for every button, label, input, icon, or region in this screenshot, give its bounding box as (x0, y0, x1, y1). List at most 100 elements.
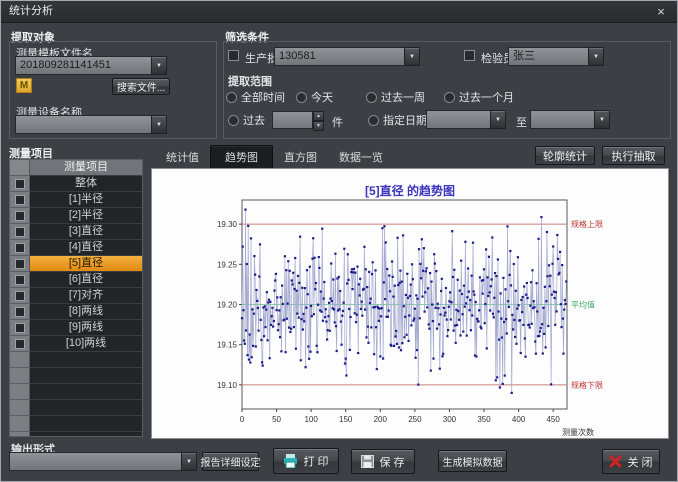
item-row[interactable]: [9]两线 (10, 320, 142, 336)
item-label[interactable]: [5]直径 (30, 256, 142, 272)
measurement-items-table: 测量项目整体[1]半径[2]半径[3]直径[4]直径[5]直径[6]直径[7]对… (9, 159, 143, 437)
radio-icon[interactable] (368, 115, 379, 126)
item-checkbox-cell (10, 304, 30, 320)
item-checkbox[interactable] (15, 275, 25, 285)
items-header-row: 测量项目 (10, 160, 142, 176)
item-row[interactable]: [1]半径 (10, 192, 142, 208)
chevron-down-icon[interactable]: ▼ (181, 452, 197, 471)
trend-chart-panel: [5]直径 的趋势图 19.1019.1519.2019.2519.300501… (151, 168, 669, 439)
print-button-label: 打 印 (303, 453, 328, 469)
window-title: 统计分析 (9, 5, 53, 17)
item-label[interactable]: [8]两线 (30, 304, 142, 320)
past-count-stepper[interactable]: ▲▼ (272, 111, 324, 129)
inspector-dropdown[interactable]: 张三 ▼ (508, 47, 604, 66)
item-checkbox[interactable] (15, 211, 25, 221)
item-label[interactable]: 整体 (30, 176, 142, 192)
time-range-radios: 全部时间今天过去一周 过去一个月 (226, 89, 514, 105)
chevron-down-icon[interactable]: ▼ (151, 115, 167, 134)
item-checkbox[interactable] (15, 307, 25, 317)
item-row[interactable]: [8]两线 (10, 304, 142, 320)
tab-直方图[interactable]: 直方图 (273, 146, 328, 168)
radio-icon[interactable] (226, 92, 237, 103)
device-name-dropdown[interactable]: ▼ (15, 115, 167, 134)
radio-icon[interactable] (296, 92, 307, 103)
print-button[interactable]: 打 印 (273, 448, 339, 474)
empty-row (10, 432, 142, 437)
radio-icon[interactable] (444, 92, 455, 103)
item-checkbox-cell (10, 272, 30, 288)
item-row[interactable]: [6]直径 (10, 272, 142, 288)
tab-统计值[interactable]: 统计值 (155, 146, 210, 168)
stepper-up-icon[interactable]: ▲ (313, 111, 324, 121)
time-range-radio-3[interactable]: 过去一个月 (444, 89, 514, 105)
radio-icon[interactable] (366, 92, 377, 103)
item-row[interactable]: [4]直径 (10, 240, 142, 256)
item-checkbox-cell (10, 224, 30, 240)
item-row[interactable]: 整体 (10, 176, 142, 192)
past-count-radio[interactable]: 过去 (228, 112, 265, 128)
item-label[interactable]: [10]两线 (30, 336, 142, 352)
tab-数据一览[interactable]: 数据一览 (328, 146, 394, 168)
inspector-checkbox[interactable] (464, 50, 475, 61)
time-range-radio-2[interactable]: 过去一周 (366, 89, 444, 105)
item-checkbox[interactable] (15, 259, 25, 269)
item-label[interactable]: [9]两线 (30, 320, 142, 336)
svg-text:150: 150 (339, 415, 353, 424)
past-count-value[interactable] (272, 111, 313, 129)
batch-checkbox[interactable] (228, 50, 239, 61)
date-from-dropdown[interactable]: ▼ (426, 110, 506, 129)
stepper-down-icon[interactable]: ▼ (313, 121, 324, 131)
item-label[interactable]: [4]直径 (30, 240, 142, 256)
item-checkbox[interactable] (15, 323, 25, 333)
template-filename-dropdown[interactable]: 201809281141451 ▼ (15, 56, 167, 75)
item-row[interactable]: [5]直径 (10, 256, 142, 272)
close-icon[interactable]: × (649, 1, 673, 22)
date-to-dropdown[interactable]: ▼ (530, 110, 610, 129)
item-row[interactable]: [3]直径 (10, 224, 142, 240)
time-range-radio-0[interactable]: 全部时间 (226, 89, 296, 105)
item-checkbox[interactable] (15, 195, 25, 205)
chevron-down-icon[interactable]: ▼ (151, 56, 167, 75)
date-from-value (426, 110, 490, 129)
item-row[interactable]: [10]两线 (10, 336, 142, 352)
item-checkbox-cell (10, 288, 30, 304)
radio-label: 过去一周 (381, 89, 425, 105)
item-label[interactable]: [6]直径 (30, 272, 142, 288)
search-file-button[interactable]: 搜索文件... (112, 78, 170, 95)
item-checkbox[interactable] (15, 339, 25, 349)
tab-趋势图[interactable]: 趋势图 (210, 145, 273, 169)
item-checkbox[interactable] (15, 291, 25, 301)
action-button-执行抽取[interactable]: 执行抽取 (602, 146, 665, 165)
output-format-value (9, 452, 181, 471)
date-range-radio[interactable]: 指定日期 (368, 112, 427, 128)
save-icon (361, 455, 374, 468)
generate-simulated-data-button[interactable]: 生成模拟数据 (438, 450, 507, 472)
item-label[interactable]: [2]半径 (30, 208, 142, 224)
item-checkbox[interactable] (15, 243, 25, 253)
action-button-轮廓统计[interactable]: 轮廓统计 (535, 146, 595, 165)
chevron-down-icon[interactable]: ▼ (594, 110, 610, 129)
chevron-down-icon[interactable]: ▼ (490, 110, 506, 129)
item-label[interactable]: [7]对齐 (30, 288, 142, 304)
chevron-down-icon[interactable]: ▼ (588, 47, 604, 66)
item-row[interactable]: [2]半径 (10, 208, 142, 224)
item-checkbox[interactable] (15, 227, 25, 237)
batch-dropdown[interactable]: 130581 ▼ (274, 47, 420, 66)
time-range-radio-1[interactable]: 今天 (296, 89, 366, 105)
save-button[interactable]: 保 存 (351, 449, 415, 474)
item-row[interactable]: [7]对齐 (10, 288, 142, 304)
empty-cell (30, 432, 142, 437)
svg-text:350: 350 (477, 415, 491, 424)
close-button-label: 关 闭 (627, 454, 652, 470)
svg-text:规格下限: 规格下限 (571, 380, 603, 390)
item-checkbox[interactable] (15, 179, 25, 189)
output-format-dropdown[interactable]: ▼ (9, 452, 197, 471)
close-dialog-button[interactable]: 关 闭 (602, 449, 660, 474)
to-label: 至 (516, 114, 527, 130)
batch-value: 130581 (274, 47, 404, 66)
item-label[interactable]: [3]直径 (30, 224, 142, 240)
radio-icon[interactable] (228, 115, 239, 126)
item-label[interactable]: [1]半径 (30, 192, 142, 208)
report-settings-button[interactable]: 报告详细设定 (202, 452, 259, 471)
chevron-down-icon[interactable]: ▼ (404, 47, 420, 66)
